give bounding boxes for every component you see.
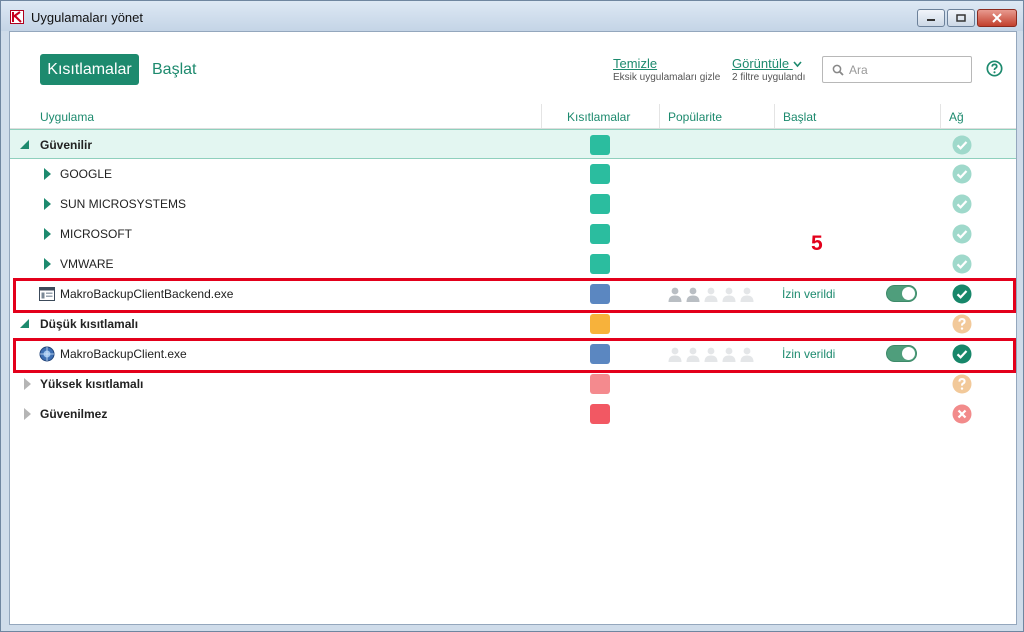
group-label: Güvenilir: [40, 138, 93, 152]
restriction-swatch[interactable]: [590, 374, 610, 394]
group-label: Yüksek kısıtlamalı: [40, 377, 144, 391]
group-row[interactable]: Düşük kısıtlamalı: [10, 309, 1016, 339]
collapsed-triangle-icon[interactable]: [24, 408, 31, 420]
column-header-network[interactable]: Ağ: [949, 110, 964, 124]
expanded-triangle-icon[interactable]: [20, 319, 30, 329]
column-header-app[interactable]: Uygulama: [40, 110, 94, 124]
group-row[interactable]: Yüksek kısıtlamalı: [10, 369, 1016, 399]
view-link[interactable]: Görüntüle: [732, 56, 802, 71]
vendor-label: GOOGLE: [60, 167, 113, 181]
view-subtitle: 2 filtre uygulandı: [732, 72, 806, 83]
clean-subtitle: Eksik uygulamaları gizle: [613, 72, 721, 83]
tab-restrictions[interactable]: Kısıtlamalar: [40, 54, 139, 85]
minimize-button[interactable]: [917, 9, 945, 27]
restriction-swatch[interactable]: [590, 254, 610, 274]
maximize-icon: [956, 14, 966, 22]
vendor-row[interactable]: MICROSOFT: [10, 219, 1016, 249]
network-allowed-icon[interactable]: [952, 164, 972, 184]
restriction-swatch[interactable]: [590, 314, 610, 334]
network-allowed-icon[interactable]: [952, 254, 972, 274]
network-question-icon[interactable]: [952, 314, 972, 334]
group-row[interactable]: Güvenilmez: [10, 399, 1016, 429]
restriction-swatch[interactable]: [590, 135, 610, 155]
group-label: Güvenilmez: [40, 407, 108, 421]
network-allowed-icon[interactable]: [952, 135, 972, 155]
view-link-label: Görüntüle: [732, 56, 790, 71]
collapsed-triangle-icon[interactable]: [44, 258, 51, 270]
vendor-row[interactable]: SUN MICROSYSTEMS: [10, 189, 1016, 219]
search-input[interactable]: [849, 62, 964, 78]
column-header-popularity[interactable]: Popülarite: [668, 110, 722, 124]
network-blocked-icon[interactable]: [952, 404, 972, 424]
vendor-label: SUN MICROSYSTEMS: [60, 197, 187, 211]
column-header-restrictions[interactable]: Kısıtlamalar: [567, 110, 630, 124]
restriction-swatch[interactable]: [590, 164, 610, 184]
maximize-button[interactable]: [947, 9, 975, 27]
restriction-swatch[interactable]: [590, 194, 610, 214]
window-title: Uygulamaları yönet: [31, 10, 143, 25]
network-allowed-icon[interactable]: [952, 194, 972, 214]
vendor-label: VMWARE: [60, 257, 114, 271]
group-row[interactable]: Güvenilir: [10, 129, 1016, 159]
title-bar: Uygulamaları yönet: [1, 1, 1023, 31]
help-icon[interactable]: [986, 60, 1003, 77]
restriction-swatch[interactable]: [590, 404, 610, 424]
column-divider: [541, 104, 542, 128]
group-label: Düşük kısıtlamalı: [40, 317, 139, 331]
main-panel: Kısıtlamalar Başlat Temizle Eksik uygula…: [9, 31, 1017, 625]
annotation-marker: 5: [811, 232, 823, 255]
collapsed-triangle-icon[interactable]: [44, 198, 51, 210]
search-box[interactable]: [822, 56, 972, 83]
network-question-icon[interactable]: [952, 374, 972, 394]
collapsed-triangle-icon[interactable]: [24, 378, 31, 390]
tab-start[interactable]: Başlat: [152, 61, 196, 79]
network-allowed-icon[interactable]: [952, 224, 972, 244]
close-icon: [992, 13, 1002, 23]
collapsed-triangle-icon[interactable]: [44, 228, 51, 240]
vendor-label: MICROSOFT: [60, 227, 132, 241]
vendor-row[interactable]: GOOGLE: [10, 159, 1016, 189]
collapsed-triangle-icon[interactable]: [44, 168, 51, 180]
kaspersky-logo-icon: [10, 10, 24, 24]
column-divider: [774, 104, 775, 128]
clean-link[interactable]: Temizle: [613, 56, 657, 71]
expanded-triangle-icon[interactable]: [20, 140, 30, 150]
app-window: Uygulamaları yönet Kısıtlamalar Başlat T…: [0, 0, 1024, 632]
column-divider: [940, 104, 941, 128]
search-icon: [832, 64, 844, 76]
highlight-box: [13, 278, 1016, 313]
close-button[interactable]: [977, 9, 1017, 27]
highlight-box: [13, 338, 1016, 373]
restriction-swatch[interactable]: [590, 224, 610, 244]
vendor-row[interactable]: VMWARE: [10, 249, 1016, 279]
chevron-down-icon: [793, 61, 802, 68]
column-header-start[interactable]: Başlat: [783, 110, 816, 124]
minimize-icon: [927, 19, 935, 21]
column-divider: [659, 104, 660, 128]
